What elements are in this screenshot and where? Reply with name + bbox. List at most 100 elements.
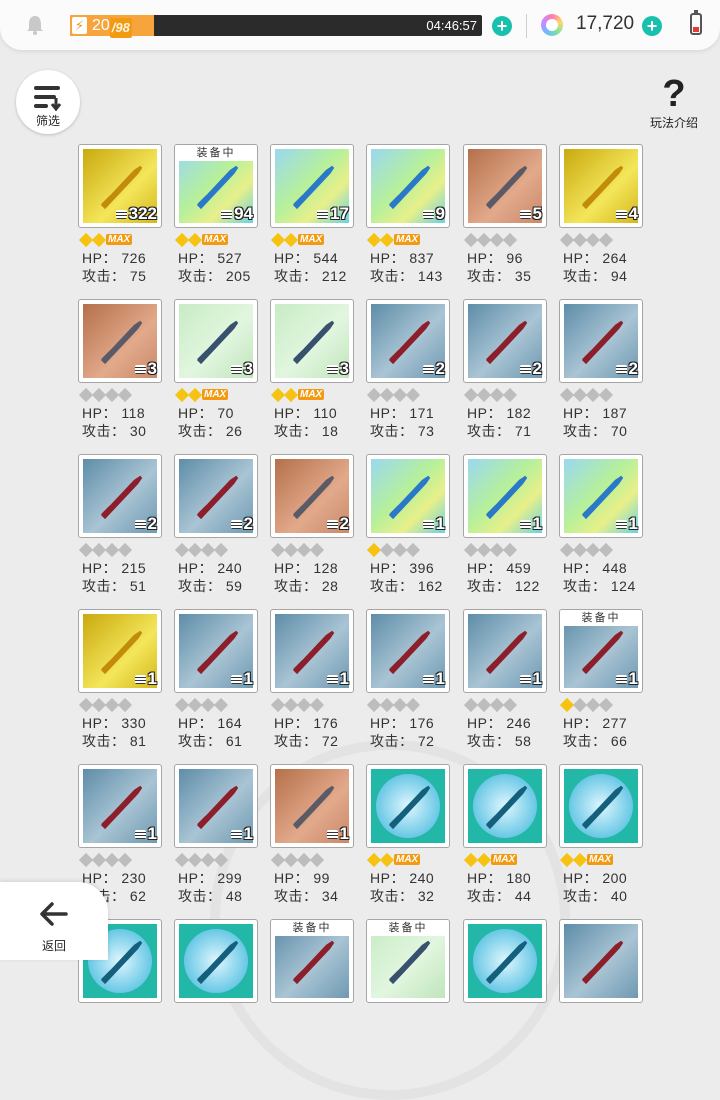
item-card[interactable]: 2 [366,299,450,383]
max-badge: MAX [587,854,614,865]
back-label: 返回 [41,939,66,953]
item-slot[interactable]: 装备中 [270,919,354,1069]
item-card[interactable]: 3 [78,299,162,383]
add-energy-button[interactable]: + [492,16,512,36]
stack-icon [221,210,233,220]
item-card[interactable]: 1 [270,609,354,693]
filter-button[interactable]: 筛选 [16,70,80,134]
star-diamond-icon [476,852,492,868]
item-card[interactable] [559,764,643,848]
item-slot[interactable]: 装备中 [366,919,450,1069]
item-card[interactable]: 2 [78,454,162,538]
item-slot[interactable] [463,919,547,1069]
item-card[interactable] [463,764,547,848]
item-slot[interactable]: 1 HP： 448 攻击： 124 [559,454,643,604]
item-card[interactable]: 装备中 [270,919,354,1003]
item-card[interactable]: 1 [78,609,162,693]
item-slot[interactable]: 2 HP： 182 攻击： 71 [463,299,547,449]
item-card[interactable] [174,919,258,1003]
item-card[interactable]: 1 [78,764,162,848]
item-card[interactable]: 5 [463,144,547,228]
item-count: 4 [615,204,638,224]
item-card[interactable]: 4 [559,144,643,228]
item-slot[interactable]: 17 MAX HP： 544 攻击： 212 [270,144,354,294]
item-attack: 攻击： 71 [467,423,532,439]
item-card[interactable]: 2 [174,454,258,538]
star-diamond-icon [187,232,203,248]
help-button[interactable]: ? 玩法介绍 [646,74,702,131]
item-slot[interactable]: MAX HP： 200 攻击： 40 [559,764,643,914]
item-slot[interactable]: 1 HP： 396 攻击： 162 [366,454,450,604]
item-card[interactable]: 1 [270,764,354,848]
item-card[interactable]: 1 [174,764,258,848]
item-slot[interactable]: 2 HP： 240 攻击： 59 [174,454,258,604]
bell-icon[interactable] [24,14,46,36]
item-card[interactable]: 装备中 1 [559,609,643,693]
item-slot[interactable]: 1 HP： 164 攻击： 61 [174,609,258,759]
item-card[interactable]: 1 [366,609,450,693]
item-card[interactable]: 17 [270,144,354,228]
item-card[interactable]: 2 [270,454,354,538]
item-slot[interactable]: 4 HP： 264 攻击： 94 [559,144,643,294]
star-diamond-icon [598,697,614,713]
energy-value: 20/98 [92,16,132,38]
item-slot[interactable]: 2 HP： 187 攻击： 70 [559,299,643,449]
item-card[interactable]: 1 [174,609,258,693]
star-diamond-icon [502,697,518,713]
back-button[interactable]: 返回 [0,882,108,960]
item-hp: HP： 200 [563,870,628,886]
item-slot[interactable]: 1 HP： 459 攻击： 122 [463,454,547,604]
item-slot[interactable]: 装备中 94 MAX HP： 527 攻击： 205 [174,144,258,294]
item-card[interactable]: 1 [559,454,643,538]
item-card[interactable]: 1 [463,609,547,693]
item-slot[interactable]: MAX HP： 240 攻击： 32 [366,764,450,914]
item-hp: HP： 110 [274,405,338,421]
item-slot[interactable]: 3 MAX HP： 70 攻击： 26 [174,299,258,449]
item-card[interactable]: 3 [174,299,258,383]
item-slot[interactable] [559,919,643,1069]
item-card[interactable]: 3 [270,299,354,383]
item-slot[interactable]: 5 HP： 96 攻击： 35 [463,144,547,294]
item-slot[interactable]: 1 HP： 176 攻击： 72 [366,609,450,759]
item-card[interactable] [366,764,450,848]
item-card[interactable]: 装备中 94 [174,144,258,228]
equipped-tag: 装备中 [367,920,449,936]
star-diamond-icon [502,387,518,403]
item-slot[interactable]: 1 HP： 299 攻击： 48 [174,764,258,914]
item-card[interactable]: 1 [366,454,450,538]
item-card[interactable]: 2 [463,299,547,383]
item-slot[interactable]: 3 MAX HP： 110 攻击： 18 [270,299,354,449]
item-slot[interactable]: 2 HP： 215 攻击： 51 [78,454,162,604]
item-slot[interactable]: MAX HP： 180 攻击： 44 [463,764,547,914]
item-slot[interactable]: 9 MAX HP： 837 攻击： 143 [366,144,450,294]
question-icon: ? [662,73,686,115]
item-slot[interactable]: 3 HP： 118 攻击： 30 [78,299,162,449]
item-slot[interactable]: 1 HP： 246 攻击： 58 [463,609,547,759]
item-slot[interactable]: 2 HP： 128 攻击： 28 [270,454,354,604]
item-card[interactable]: 9 [366,144,450,228]
stack-icon [422,675,434,685]
stack-icon [615,210,627,220]
item-card[interactable] [463,919,547,1003]
energy-timer: 04:46:57 [426,18,477,33]
item-slot[interactable]: 1 HP： 99 攻击： 34 [270,764,354,914]
add-currency-button[interactable]: + [642,16,662,36]
item-card[interactable]: 322 [78,144,162,228]
item-slot[interactable]: 1 HP： 176 攻击： 72 [270,609,354,759]
item-slot[interactable]: 2 HP： 171 攻击： 73 [366,299,450,449]
item-card[interactable]: 装备中 [366,919,450,1003]
stack-icon [615,520,627,530]
item-hp: HP： 448 [563,560,628,576]
item-card[interactable]: 2 [559,299,643,383]
item-count: 3 [134,359,157,379]
item-slot[interactable]: 装备中 1 HP： 277 攻击： 66 [559,609,643,759]
item-card[interactable] [559,919,643,1003]
violet-sword-icon [581,940,624,985]
item-slot[interactable]: 1 HP： 330 攻击： 81 [78,609,162,759]
item-slot[interactable] [174,919,258,1069]
stack-icon [326,520,338,530]
stack-icon [326,675,338,685]
item-card[interactable]: 1 [463,454,547,538]
item-slot[interactable]: 322 MAX HP： 726 攻击： 75 [78,144,162,294]
stack-icon [134,365,146,375]
